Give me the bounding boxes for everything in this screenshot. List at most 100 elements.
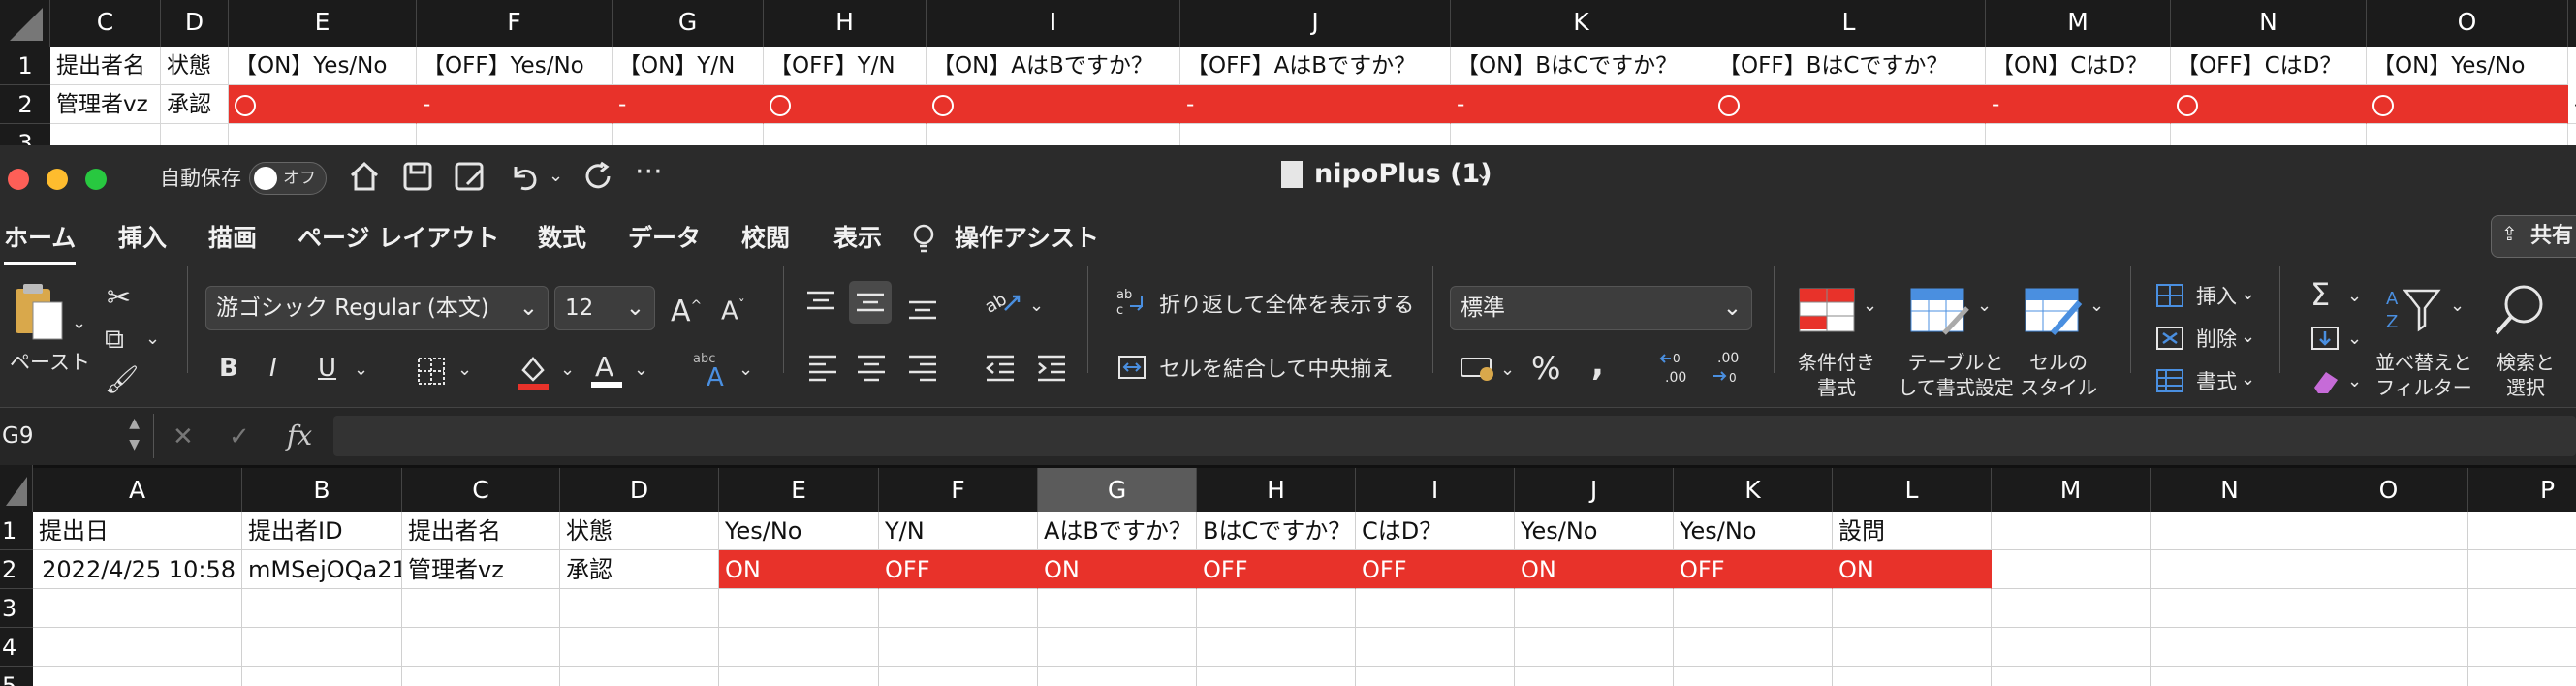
phonetic-dropdown-chevron-icon[interactable]: ⌄ <box>738 357 753 384</box>
select-all-corner[interactable] <box>0 465 33 512</box>
name-box[interactable]: G9 ▲ ▼ <box>0 416 145 456</box>
column-header-c[interactable]: C <box>402 468 560 512</box>
top-select-all-corner[interactable] <box>0 0 50 47</box>
header-cell[interactable]: 【OFF】BはCですか？ <box>1712 47 1986 85</box>
empty-cell[interactable] <box>1712 124 1986 145</box>
data-cell[interactable]: ON <box>1833 550 1992 589</box>
row-header-3[interactable]: 3 <box>0 589 33 628</box>
font-color-dropdown-chevron-icon[interactable]: ⌄ <box>634 357 648 384</box>
redo-icon[interactable] <box>581 159 616 203</box>
empty-cell[interactable] <box>1038 667 1197 686</box>
header-cell[interactable]: 提出日 <box>33 512 242 550</box>
cut-icon[interactable]: ✂ <box>107 279 131 318</box>
undo-icon[interactable] <box>506 159 541 203</box>
delete-cells-label[interactable]: 削除 <box>2196 326 2237 353</box>
number-format-select[interactable]: 標準 ⌄ <box>1450 286 1752 330</box>
data-cell[interactable]: ON <box>1038 550 1197 589</box>
save-as-icon[interactable] <box>452 159 487 203</box>
font-color-icon[interactable]: A <box>589 349 624 395</box>
format-cells-label[interactable]: 書式 <box>2196 368 2237 395</box>
header-cell[interactable] <box>2468 512 2576 550</box>
data-cell[interactable] <box>2309 550 2468 589</box>
data-cell[interactable]: 承認 <box>161 85 229 124</box>
empty-cell[interactable] <box>764 124 927 145</box>
sort-filter-icon[interactable]: AZ <box>2384 285 2448 343</box>
bold-icon[interactable]: B <box>219 349 238 388</box>
empty-cell[interactable] <box>1992 667 2151 686</box>
delete-cells-icon[interactable] <box>2153 324 2186 357</box>
wrap-dropdown-chevron-icon[interactable]: ⌄ <box>1394 291 1408 318</box>
header-cell[interactable]: Yes/No <box>719 512 879 550</box>
column-header-k[interactable]: K <box>1674 468 1833 512</box>
wrap-text-label[interactable]: 折り返して全体を表示する <box>1159 293 1414 320</box>
document-title[interactable]: nipoPlus (1) <box>1314 157 1492 192</box>
column-header-n[interactable]: N <box>2151 468 2309 512</box>
data-cell[interactable] <box>2151 550 2309 589</box>
header-cell[interactable]: Yes/No <box>1515 512 1674 550</box>
empty-cell[interactable] <box>2309 628 2468 667</box>
empty-cell[interactable] <box>2468 628 2576 667</box>
empty-cell[interactable] <box>2468 589 2576 628</box>
data-cell[interactable]: OFF <box>1356 550 1515 589</box>
zoom-window-button[interactable] <box>85 169 107 190</box>
minimize-window-button[interactable] <box>47 169 68 190</box>
column-header-m[interactable]: M <box>1986 0 2171 47</box>
empty-cell[interactable] <box>719 589 879 628</box>
data-cell[interactable]: ON <box>1515 550 1674 589</box>
empty-cell[interactable] <box>2171 124 2367 145</box>
header-cell[interactable]: 【ON】Yes/No <box>2367 47 2568 85</box>
column-header-n[interactable]: N <box>2171 0 2367 47</box>
header-cell[interactable]: CはD？ <box>1356 512 1515 550</box>
column-header-o[interactable]: O <box>2367 0 2568 47</box>
empty-cell[interactable] <box>1833 628 1992 667</box>
empty-cell[interactable] <box>927 124 1180 145</box>
empty-cell[interactable] <box>33 628 242 667</box>
align-center-icon[interactable] <box>855 353 888 386</box>
header-cell[interactable]: 【OFF】Yes/No <box>417 47 613 85</box>
empty-cell[interactable] <box>560 628 719 667</box>
insert-cells-label[interactable]: 挿入 <box>2196 283 2237 310</box>
empty-cell[interactable] <box>719 628 879 667</box>
header-cell[interactable]: 【OFF】AはBですか？ <box>1180 47 1451 85</box>
column-header-d[interactable]: D <box>560 468 719 512</box>
align-bottom-icon[interactable] <box>906 293 939 326</box>
empty-cell[interactable] <box>1992 589 2151 628</box>
column-header-h[interactable]: H <box>764 0 927 47</box>
sort-dropdown-chevron-icon[interactable]: ⌄ <box>2450 293 2465 320</box>
row-header-2[interactable]: 2 <box>0 85 50 124</box>
empty-cell[interactable] <box>879 589 1038 628</box>
format-as-table-icon[interactable] <box>1909 287 1971 341</box>
data-cell[interactable]: - <box>1986 85 2171 124</box>
empty-cell[interactable] <box>1515 628 1674 667</box>
decrease-decimal-icon[interactable]: .00 0 <box>1710 349 1748 391</box>
empty-cell[interactable] <box>161 124 229 145</box>
insert-function-icon[interactable]: fx <box>287 418 312 454</box>
empty-cell[interactable] <box>2309 589 2468 628</box>
accounting-format-icon[interactable] <box>1460 355 1498 388</box>
empty-cell[interactable] <box>2151 589 2309 628</box>
tab-review[interactable]: 校閲 <box>741 221 790 256</box>
empty-cell[interactable] <box>560 589 719 628</box>
save-icon[interactable] <box>400 159 435 203</box>
merge-center-label[interactable]: セルを結合して中央揃え <box>1159 357 1393 384</box>
empty-cell[interactable] <box>229 124 417 145</box>
formula-input[interactable] <box>333 416 2576 456</box>
format-cells-icon[interactable] <box>2153 366 2186 399</box>
empty-cell[interactable] <box>1674 628 1833 667</box>
column-header-f[interactable]: F <box>879 468 1038 512</box>
header-cell[interactable]: 状態 <box>560 512 719 550</box>
data-cell[interactable]: 2022/4/25 10:58 <box>33 550 242 589</box>
merge-dropdown-chevron-icon[interactable]: ⌄ <box>1374 355 1389 382</box>
more-options-icon[interactable]: ··· <box>635 153 663 192</box>
data-cell[interactable] <box>2468 550 2576 589</box>
tab-formulas[interactable]: 数式 <box>538 221 586 256</box>
empty-cell[interactable] <box>242 667 402 686</box>
row-header-1[interactable]: 1 <box>0 47 50 85</box>
data-cell[interactable] <box>229 85 417 124</box>
fill-color-dropdown-chevron-icon[interactable]: ⌄ <box>560 357 575 384</box>
data-cell[interactable]: 管理者vz <box>50 85 161 124</box>
delete-dropdown-chevron-icon[interactable]: ⌄ <box>2241 324 2255 351</box>
empty-cell[interactable] <box>1515 667 1674 686</box>
format-table-dropdown-chevron-icon[interactable]: ⌄ <box>1977 293 1992 320</box>
copy-icon[interactable]: ⧉ <box>105 320 124 359</box>
